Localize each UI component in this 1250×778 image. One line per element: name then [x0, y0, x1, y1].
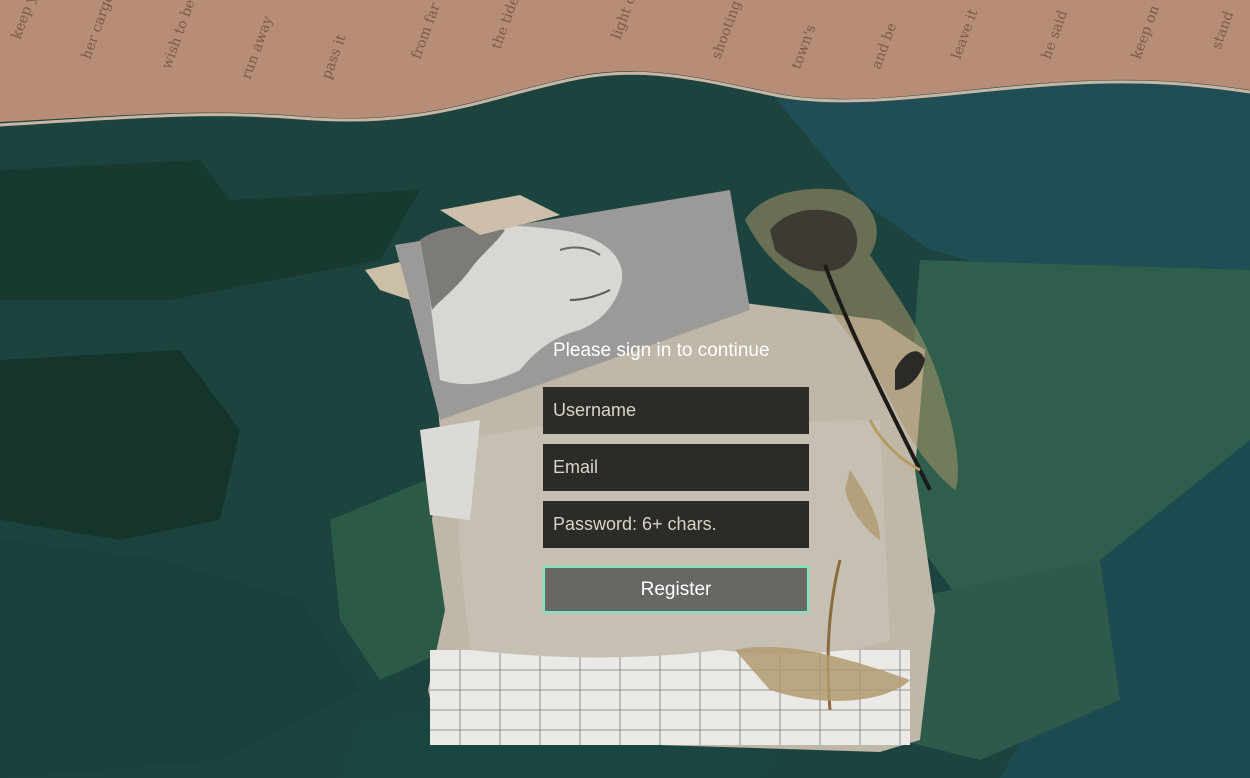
username-field[interactable] — [543, 387, 809, 434]
password-field[interactable] — [543, 501, 809, 548]
register-button[interactable]: Register — [543, 566, 809, 613]
login-page: keep your her cargo wish to be run away … — [0, 0, 1250, 778]
email-field[interactable] — [543, 444, 809, 491]
page-title: Please sign in to continue — [553, 340, 770, 361]
